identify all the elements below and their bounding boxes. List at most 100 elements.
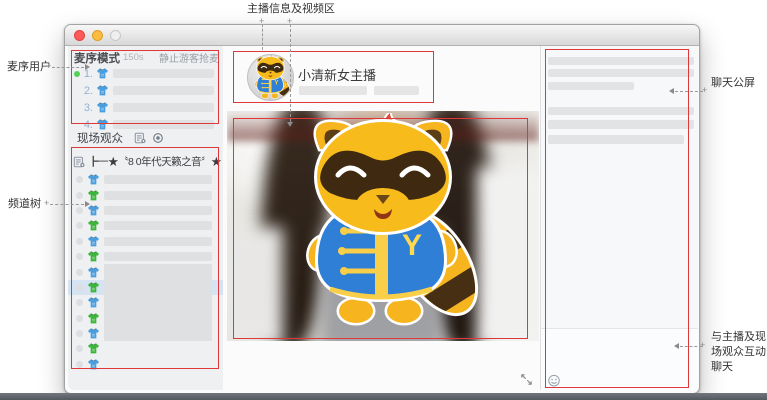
presence-bullet — [76, 314, 83, 322]
channel-tree-row[interactable] — [68, 279, 223, 296]
resize-video-icon[interactable] — [519, 372, 534, 387]
redacted-name-bar — [104, 325, 212, 342]
emoticon-icon[interactable] — [547, 374, 561, 388]
zoom-button[interactable] — [110, 29, 121, 41]
redacted-name-bar — [104, 295, 212, 311]
leader-line-streamer-info — [262, 24, 263, 50]
user-shirt-icon — [87, 250, 100, 263]
streamer-info-chip — [374, 86, 419, 95]
redacted-name-bar — [104, 310, 212, 326]
user-shirt-icon — [87, 296, 100, 309]
channel-tree-row[interactable] — [68, 310, 223, 326]
member-list-icon[interactable] — [134, 132, 146, 144]
arrow-right-icon — [85, 64, 90, 70]
redacted-name-bar — [104, 264, 212, 280]
channel-tree-row[interactable] — [68, 234, 223, 249]
redacted-chat-line — [548, 69, 694, 77]
user-shirt-icon — [87, 189, 100, 202]
screenshot-root: 麦序模式 150s 静止游客抢麦 1. 2. 3. 4. 现场观众 ┣一★〝8 … — [0, 0, 767, 400]
redacted-name-bar — [104, 279, 212, 296]
presence-bullet — [76, 206, 83, 214]
redacted-chat-line — [548, 120, 694, 129]
chat-input-area[interactable] — [541, 328, 698, 390]
mic-queue-row[interactable]: 1. — [68, 65, 223, 82]
redacted-name-bar — [104, 252, 212, 262]
user-shirt-icon — [87, 173, 100, 186]
redacted-name-bar — [104, 190, 212, 200]
arrow-left-icon — [669, 88, 674, 94]
channel-name: ┣一★〝8 0年代天籁之音〞★ — [88, 156, 222, 168]
channel-tree-header[interactable]: ┣一★〝8 0年代天籁之音〞★ — [68, 153, 223, 170]
locate-icon[interactable] — [152, 132, 164, 144]
leader-line-mic-users — [52, 67, 84, 68]
label-interact-chat: 与主播及现场观众互动聊天 — [711, 331, 766, 373]
channel-tree-row[interactable] — [68, 187, 223, 202]
user-shirt-icon — [96, 84, 109, 97]
redacted-chat-line — [548, 57, 694, 65]
label-streamer-area: 主播信息及视频区 — [247, 3, 335, 15]
channel-tree-list — [68, 172, 223, 390]
channel-tree-row[interactable] — [68, 325, 223, 342]
video-subject-jacket — [227, 227, 283, 341]
arrow-left-icon — [674, 343, 679, 349]
center-panel: 小清新女主播 — [223, 46, 541, 390]
presence-bullet — [76, 176, 83, 184]
presence-bullet — [76, 330, 83, 338]
mic-mode-label: 麦序模式 — [74, 52, 120, 65]
audience-label: 现场观众 — [77, 133, 123, 145]
channel-tree-row[interactable] — [68, 218, 223, 233]
mascot-avatar-image — [248, 55, 293, 100]
app-window: 麦序模式 150s 静止游客抢麦 1. 2. 3. 4. 现场观众 ┣一★〝8 … — [64, 24, 700, 394]
mic-mode-time: 150s — [123, 52, 144, 63]
leader-line-interact-chat — [680, 346, 702, 347]
user-shirt-icon — [87, 235, 100, 248]
presence-bullet — [76, 299, 83, 307]
channel-tree-row[interactable] — [68, 249, 223, 264]
minimize-button[interactable] — [92, 29, 103, 41]
redacted-name-bar — [104, 205, 212, 215]
redacted-name-bar — [113, 103, 214, 112]
presence-bullet — [76, 360, 83, 368]
channel-tree-row[interactable] — [68, 341, 223, 356]
user-shirt-icon — [96, 101, 109, 114]
redacted-name-bar — [104, 221, 212, 231]
user-shirt-icon — [96, 67, 109, 80]
mic-queue-row[interactable]: 3. — [68, 99, 223, 116]
mic-queue-number: 2. — [83, 84, 93, 97]
channel-node-icon — [73, 156, 85, 168]
label-mic-users: 麦序用户 — [7, 61, 51, 73]
leader-line-channel-tree — [50, 204, 84, 205]
leader-line-video — [290, 24, 291, 122]
presence-bullet — [76, 253, 83, 261]
mic-queue-row[interactable]: 2. — [68, 82, 223, 99]
streamer-name: 小清新女主播 — [298, 68, 377, 83]
mic-mode-status: 静止游客抢麦 — [159, 54, 219, 65]
channel-tree-row[interactable] — [68, 203, 223, 218]
desktop-dock-strip — [0, 393, 767, 400]
left-panel: 麦序模式 150s 静止游客抢麦 1. 2. 3. 4. 现场观众 ┣一★〝8 … — [68, 46, 224, 390]
channel-tree-row[interactable] — [68, 295, 223, 311]
close-button[interactable] — [74, 29, 85, 41]
user-shirt-icon — [87, 312, 100, 325]
titlebar[interactable] — [65, 25, 699, 46]
public-chat-screen[interactable] — [541, 46, 698, 327]
user-shirt-icon — [87, 327, 100, 340]
mic-queue-list: 1. 2. 3. 4. — [68, 65, 223, 133]
presence-bullet — [76, 237, 83, 245]
channel-tree-row[interactable] — [68, 357, 223, 372]
presence-bullet — [76, 283, 83, 291]
presence-bullet — [76, 345, 83, 353]
channel-tree-row[interactable] — [68, 264, 223, 280]
leader-tick: + — [702, 85, 708, 95]
streamer-info-chip — [299, 86, 367, 95]
leader-line-chat-screen — [675, 91, 703, 92]
mic-queue-number: 3. — [83, 101, 93, 114]
label-channel-tree: 频道树 — [8, 198, 41, 210]
streamer-avatar — [247, 54, 294, 101]
video-area — [227, 111, 539, 341]
redacted-name-bar — [113, 86, 214, 95]
audience-bar: 现场观众 — [68, 127, 223, 149]
arrow-right-icon — [85, 201, 90, 207]
channel-tree-row[interactable] — [68, 172, 223, 187]
redacted-chat-line — [548, 82, 634, 90]
